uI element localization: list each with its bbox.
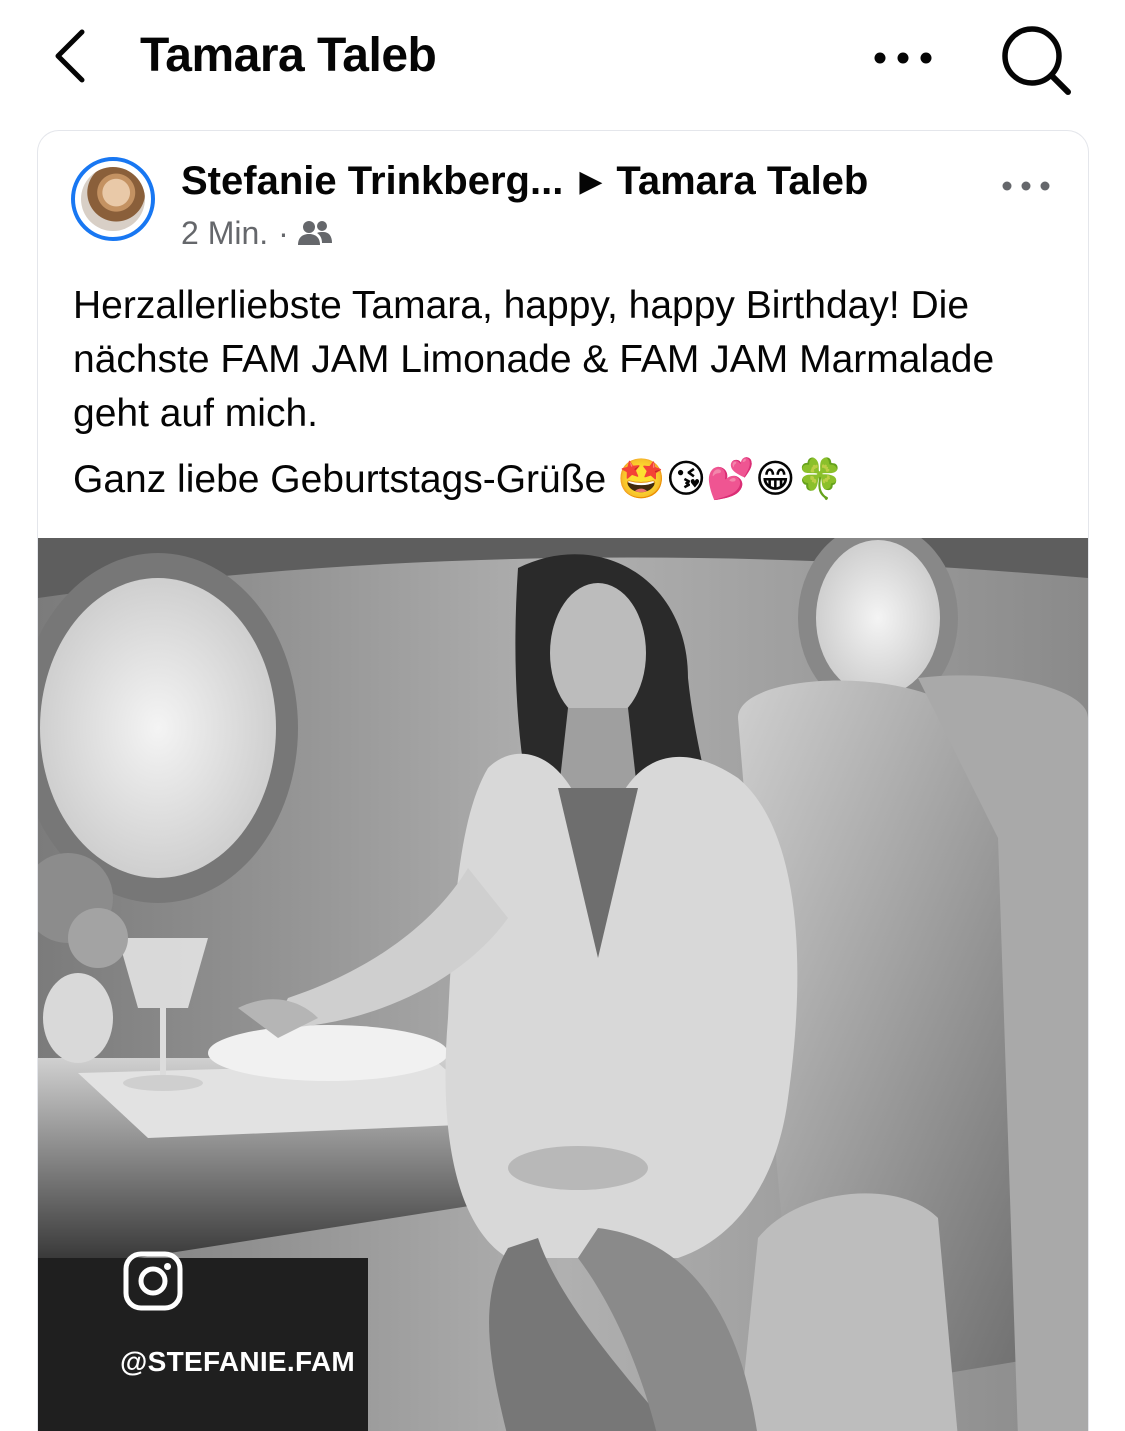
more-icon	[1002, 181, 1050, 191]
top-bar: Tamara Taleb	[0, 0, 1125, 115]
arrow-right-icon: ▶	[579, 165, 603, 198]
post-photo[interactable]: @STEFANIE.FAM	[38, 538, 1088, 1431]
photo-illustration	[38, 538, 1088, 1431]
search-button[interactable]	[998, 22, 1074, 98]
post-meta: 2 Min. ·	[181, 213, 333, 253]
more-options-button[interactable]	[868, 40, 940, 76]
meta-separator: ·	[278, 215, 289, 251]
post-text-paragraph: Herzallerliebste Tamara, happy, happy Bi…	[73, 284, 995, 435]
avatar-image	[81, 167, 145, 231]
page-title: Tamara Taleb	[140, 29, 437, 82]
back-button[interactable]	[48, 26, 98, 86]
more-icon	[874, 52, 932, 64]
friends-icon[interactable]	[297, 219, 333, 249]
post-text-greeting: Ganz liebe Geburtstags-Grüße 🤩😘💕😁🍀	[73, 458, 845, 501]
post-timestamp[interactable]: 2 Min.	[181, 215, 268, 251]
post-more-button[interactable]	[998, 171, 1054, 201]
target-name-link[interactable]: Tamara Taleb	[616, 159, 868, 203]
instagram-icon	[123, 1251, 183, 1311]
author-name-link[interactable]: Stefanie Trinkberg...	[181, 159, 563, 203]
post-header-line: Stefanie Trinkberg... ▶ Tamara Taleb	[181, 157, 868, 206]
post-card: Stefanie Trinkberg... ▶ Tamara Taleb 2 Min…	[37, 130, 1089, 1431]
author-avatar[interactable]	[71, 157, 155, 241]
search-icon	[1002, 26, 1071, 95]
post-body: Herzallerliebste Tamara, happy, happy Bi…	[73, 279, 1073, 515]
instagram-handle: @STEFANIE.FAM	[120, 1346, 355, 1377]
chevron-left-icon	[55, 29, 85, 83]
